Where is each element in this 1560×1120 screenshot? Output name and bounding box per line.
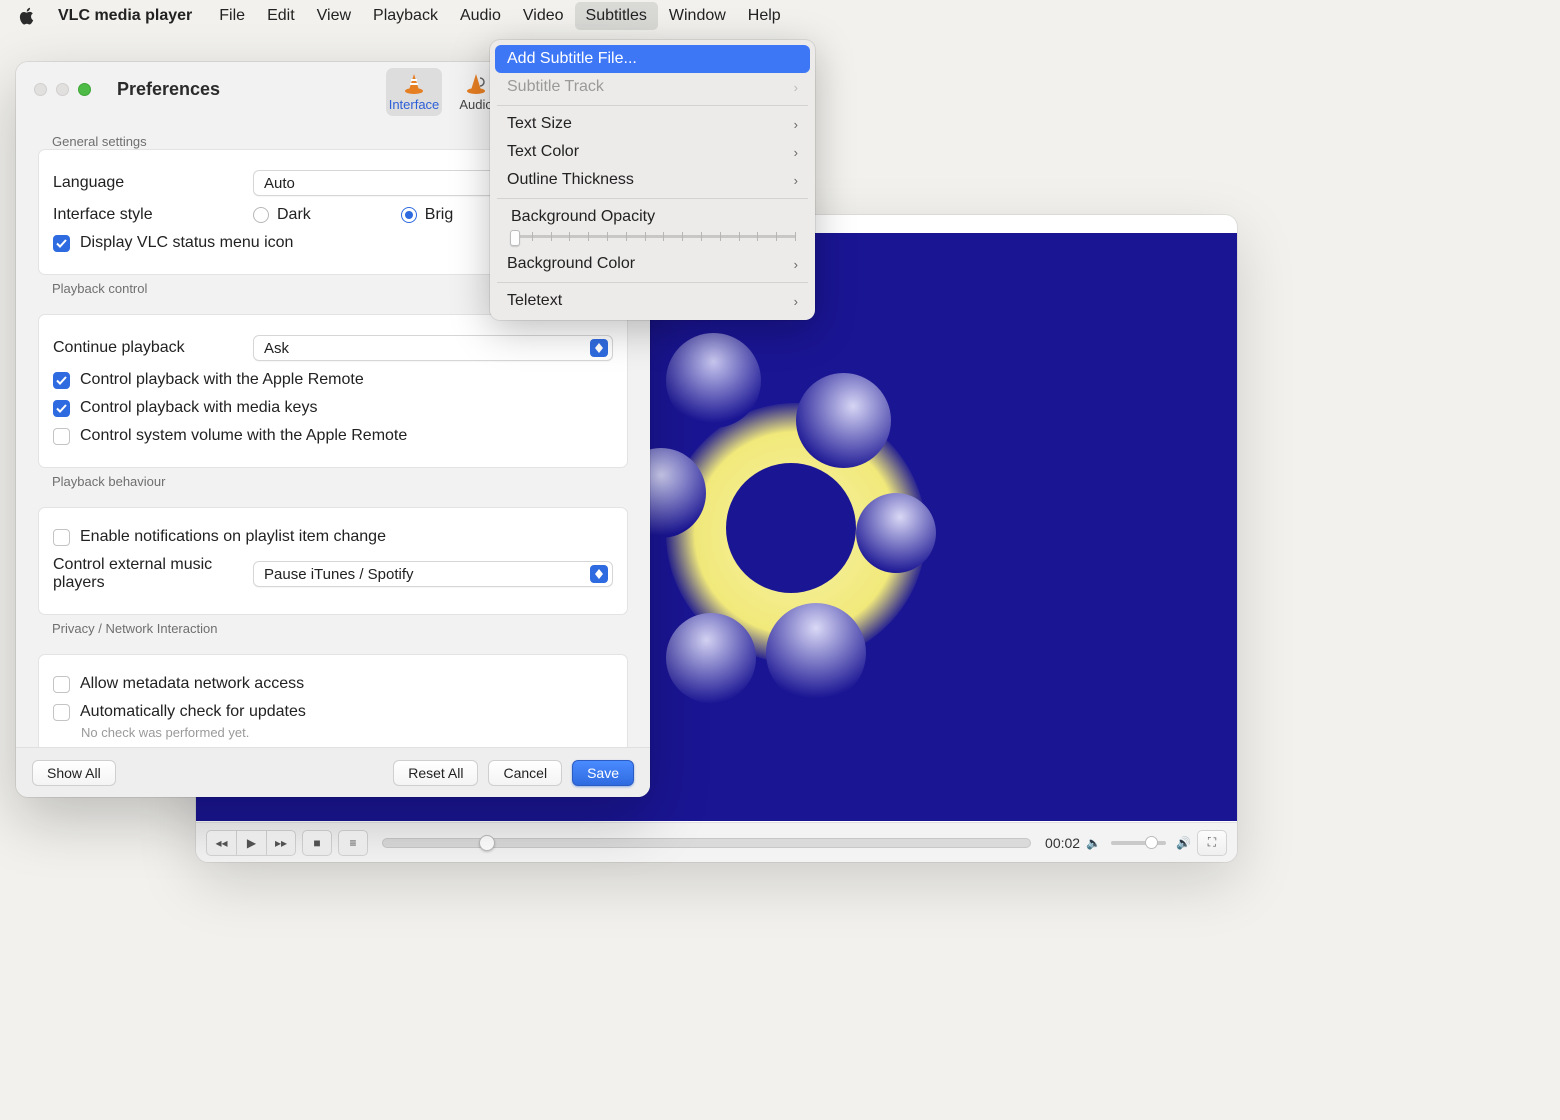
select-arrows-icon — [590, 339, 608, 357]
menu-subtitle-track[interactable]: Subtitle Track› — [495, 73, 810, 101]
continue-playback-label: Continue playback — [53, 339, 253, 357]
menu-separator — [497, 198, 808, 199]
checkbox-status-label: Display VLC status menu icon — [80, 234, 293, 252]
app-name[interactable]: VLC media player — [50, 3, 200, 29]
tab-interface[interactable]: Interface — [386, 68, 442, 116]
seek-knob[interactable] — [479, 835, 495, 851]
language-label: Language — [53, 174, 253, 192]
checkbox-system-volume-label: Control system volume with the Apple Rem… — [80, 427, 407, 445]
previous-button[interactable]: ◂◂ — [206, 830, 236, 856]
traffic-lights — [34, 83, 91, 96]
menu-separator — [497, 105, 808, 106]
checkbox-metadata-label: Allow metadata network access — [80, 675, 304, 693]
system-menubar: VLC media player File Edit View Playback… — [0, 0, 1560, 32]
chevron-right-icon: › — [794, 173, 798, 188]
menu-subtitles[interactable]: Subtitles — [575, 2, 658, 30]
show-all-button[interactable]: Show All — [32, 760, 116, 786]
chevron-right-icon: › — [794, 117, 798, 132]
chevron-right-icon: › — [794, 145, 798, 160]
menu-outline-thickness[interactable]: Outline Thickness› — [495, 166, 810, 194]
background-opacity-slider[interactable] — [513, 232, 796, 240]
continue-playback-value: Ask — [264, 340, 289, 357]
radio-dark-label: Dark — [277, 206, 311, 224]
external-players-label: Control external music players — [53, 556, 253, 592]
checkbox-updates-label: Automatically check for updates — [80, 703, 306, 721]
subtitles-menu: Add Subtitle File... Subtitle Track› Tex… — [490, 40, 815, 320]
menu-background-color[interactable]: Background Color› — [495, 250, 810, 278]
section-header-privacy: Privacy / Network Interaction — [52, 621, 636, 636]
section-playback-control: Continue playback Ask Control playback w… — [38, 314, 628, 468]
section-privacy: Allow metadata network access Automatica… — [38, 654, 628, 747]
reset-all-button[interactable]: Reset All — [393, 760, 478, 786]
external-players-value: Pause iTunes / Spotify — [264, 566, 414, 583]
menu-view[interactable]: View — [306, 2, 362, 30]
checkbox-notifications-label: Enable notifications on playlist item ch… — [80, 528, 386, 546]
interface-tab-icon — [401, 73, 427, 95]
section-playback-behaviour: Enable notifications on playlist item ch… — [38, 507, 628, 615]
playlist-button[interactable]: ≡ — [338, 830, 368, 856]
checkbox-apple-remote[interactable] — [53, 372, 70, 389]
volume-slider[interactable] — [1111, 841, 1166, 845]
section-header-playback-behaviour: Playback behaviour — [52, 474, 636, 489]
seek-bar[interactable] — [382, 838, 1031, 848]
close-window-button[interactable] — [34, 83, 47, 96]
checkbox-apple-remote-label: Control playback with the Apple Remote — [80, 371, 364, 389]
opacity-slider-knob[interactable] — [510, 230, 520, 246]
menu-teletext[interactable]: Teletext› — [495, 287, 810, 315]
audio-tab-icon — [463, 73, 489, 95]
checkbox-media-keys[interactable] — [53, 400, 70, 417]
external-players-select[interactable]: Pause iTunes / Spotify — [253, 561, 613, 587]
chevron-right-icon: › — [794, 294, 798, 309]
radio-bright-label: Brig — [425, 206, 453, 224]
volume-low-icon: 🔈 — [1086, 836, 1101, 850]
save-button[interactable]: Save — [572, 760, 634, 786]
checkbox-media-keys-label: Control playback with media keys — [80, 399, 317, 417]
zoom-window-button[interactable] — [78, 83, 91, 96]
tab-label: Interface — [388, 97, 440, 112]
update-hint: No check was performed yet. — [81, 725, 613, 740]
fullscreen-button[interactable]: ⛶ — [1197, 830, 1227, 856]
cancel-button[interactable]: Cancel — [488, 760, 562, 786]
checkbox-metadata[interactable] — [53, 676, 70, 693]
apple-logo-icon — [18, 7, 36, 25]
menu-audio[interactable]: Audio — [449, 2, 512, 30]
menu-text-color[interactable]: Text Color› — [495, 138, 810, 166]
menu-playback[interactable]: Playback — [362, 2, 449, 30]
continue-playback-select[interactable]: Ask — [253, 335, 613, 361]
radio-dark[interactable] — [253, 207, 269, 223]
prefs-title: Preferences — [117, 79, 220, 100]
menu-add-subtitle-file[interactable]: Add Subtitle File... — [495, 45, 810, 73]
prefs-footer: Show All Reset All Cancel Save — [16, 747, 650, 797]
play-button[interactable]: ▶ — [236, 830, 266, 856]
minimize-window-button[interactable] — [56, 83, 69, 96]
menu-help[interactable]: Help — [737, 2, 792, 30]
menu-text-size[interactable]: Text Size› — [495, 110, 810, 138]
volume-knob[interactable] — [1145, 836, 1158, 849]
checkbox-status-icon[interactable] — [53, 235, 70, 252]
player-toolbar: ◂◂ ▶ ▸▸ ■ ≡ 00:02 🔈 🔊 ⛶ — [196, 822, 1237, 862]
menu-edit[interactable]: Edit — [256, 2, 306, 30]
time-display: 00:02 — [1045, 835, 1080, 851]
checkbox-system-volume[interactable] — [53, 428, 70, 445]
volume-high-icon: 🔊 — [1176, 836, 1191, 850]
menu-background-opacity-row: Background Opacity — [495, 203, 810, 250]
chevron-right-icon: › — [794, 80, 798, 95]
background-opacity-label: Background Opacity — [507, 208, 798, 226]
language-value: Auto — [264, 175, 295, 192]
menu-window[interactable]: Window — [658, 2, 737, 30]
checkbox-updates[interactable] — [53, 704, 70, 721]
select-arrows-icon — [590, 565, 608, 583]
menu-file[interactable]: File — [208, 2, 256, 30]
interface-style-label: Interface style — [53, 206, 253, 224]
next-button[interactable]: ▸▸ — [266, 830, 296, 856]
radio-bright[interactable] — [401, 207, 417, 223]
menu-separator — [497, 282, 808, 283]
menu-video[interactable]: Video — [512, 2, 575, 30]
checkbox-notifications[interactable] — [53, 529, 70, 546]
chevron-right-icon: › — [794, 257, 798, 272]
stop-button[interactable]: ■ — [302, 830, 332, 856]
